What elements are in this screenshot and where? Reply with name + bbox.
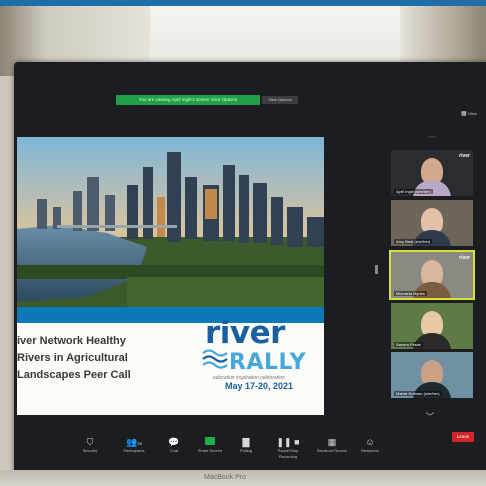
- chat-button[interactable]: 💬 Chat: [154, 436, 194, 454]
- river-rally-logo-word: river: [205, 315, 285, 351]
- share-screen-button[interactable]: Share Screen: [190, 436, 230, 454]
- reactions-button[interactable]: ☺ Reactions: [350, 436, 390, 454]
- participant-name: April Ingle (she/her): [394, 189, 433, 194]
- chevron-up-icon[interactable]: ︿: [425, 132, 439, 139]
- meeting-toolbar: ⛉ Security 👥55 Participants 💬 Chat Share…: [14, 428, 486, 468]
- participant-tile[interactable]: Marne Hofman (she/her): [391, 352, 473, 398]
- breakout-rooms-label: Breakout Rooms: [317, 448, 347, 453]
- breakout-rooms-button[interactable]: ▦ Breakout Rooms: [312, 436, 352, 454]
- participant-tile[interactable]: river April Ingle (she/her): [391, 150, 473, 196]
- pause-stop-icon: ❚❚ ■: [276, 437, 300, 447]
- wave-logo-icon: [202, 349, 228, 369]
- reactions-label: Reactions: [361, 448, 379, 453]
- share-screen-icon: [190, 436, 230, 448]
- chat-icon: 💬: [168, 437, 180, 447]
- participants-count: 55: [137, 441, 142, 446]
- river-rally-logo-subword: RALLY: [229, 350, 307, 375]
- security-button[interactable]: ⛉ Security: [70, 436, 110, 454]
- gallery-resize-handle[interactable]: [375, 265, 378, 274]
- participant-brand: river: [459, 255, 470, 261]
- pause-recording-button[interactable]: ❚❚ ■ Pause/Stop Recording: [268, 436, 308, 460]
- event-date: May 17-20, 2021: [225, 381, 294, 391]
- pause-recording-label: Pause/Stop Recording: [277, 448, 299, 459]
- shared-slide: iver Network Healthy Rivers in Agricultu…: [17, 137, 324, 415]
- city-skyline-photo: [17, 137, 324, 307]
- polling-label: Polling: [239, 448, 252, 453]
- participant-name: Marne Hofman (she/her): [394, 391, 442, 396]
- participant-brand: river: [459, 153, 470, 159]
- bar-chart-icon: ▇: [242, 437, 250, 447]
- participant-name: Sandra Postel: [394, 342, 424, 347]
- screen-share-banner[interactable]: You are viewing April Ingle's screen Vie…: [116, 95, 260, 105]
- share-screen-label: Share Screen: [197, 448, 223, 453]
- participant-tile[interactable]: Amy Beal (she/her): [391, 200, 473, 246]
- polling-button[interactable]: ▇ Polling: [226, 436, 266, 454]
- grid-view-icon[interactable]: ▦: [461, 111, 467, 117]
- participant-name: Michaela Myrlos: [394, 291, 427, 296]
- participant-name: Amy Beal (she/her): [394, 239, 433, 244]
- laptop-label: MacBook Pro: [204, 474, 247, 481]
- participants-icon: 👥55: [126, 437, 142, 447]
- security-label: Security: [82, 448, 98, 453]
- grid-icon: ▦: [327, 437, 337, 447]
- leave-button[interactable]: Leave: [452, 432, 474, 442]
- shield-icon: ⛉: [86, 437, 94, 447]
- participant-tile[interactable]: Sandra Postel: [391, 303, 473, 349]
- slide-title: iver Network Healthy Rivers in Agricultu…: [17, 335, 131, 381]
- view-label[interactable]: View: [468, 111, 477, 116]
- chevron-down-icon[interactable]: ﹀: [423, 413, 437, 422]
- participants-label: Participants: [123, 448, 145, 453]
- participants-button[interactable]: 👥55 Participants: [114, 436, 154, 454]
- chat-label: Chat: [169, 448, 179, 453]
- reactions-icon: ☺: [365, 437, 375, 447]
- participant-tile-active-speaker[interactable]: river Michaela Myrlos: [389, 250, 475, 300]
- view-options-button[interactable]: View Options: [262, 96, 298, 104]
